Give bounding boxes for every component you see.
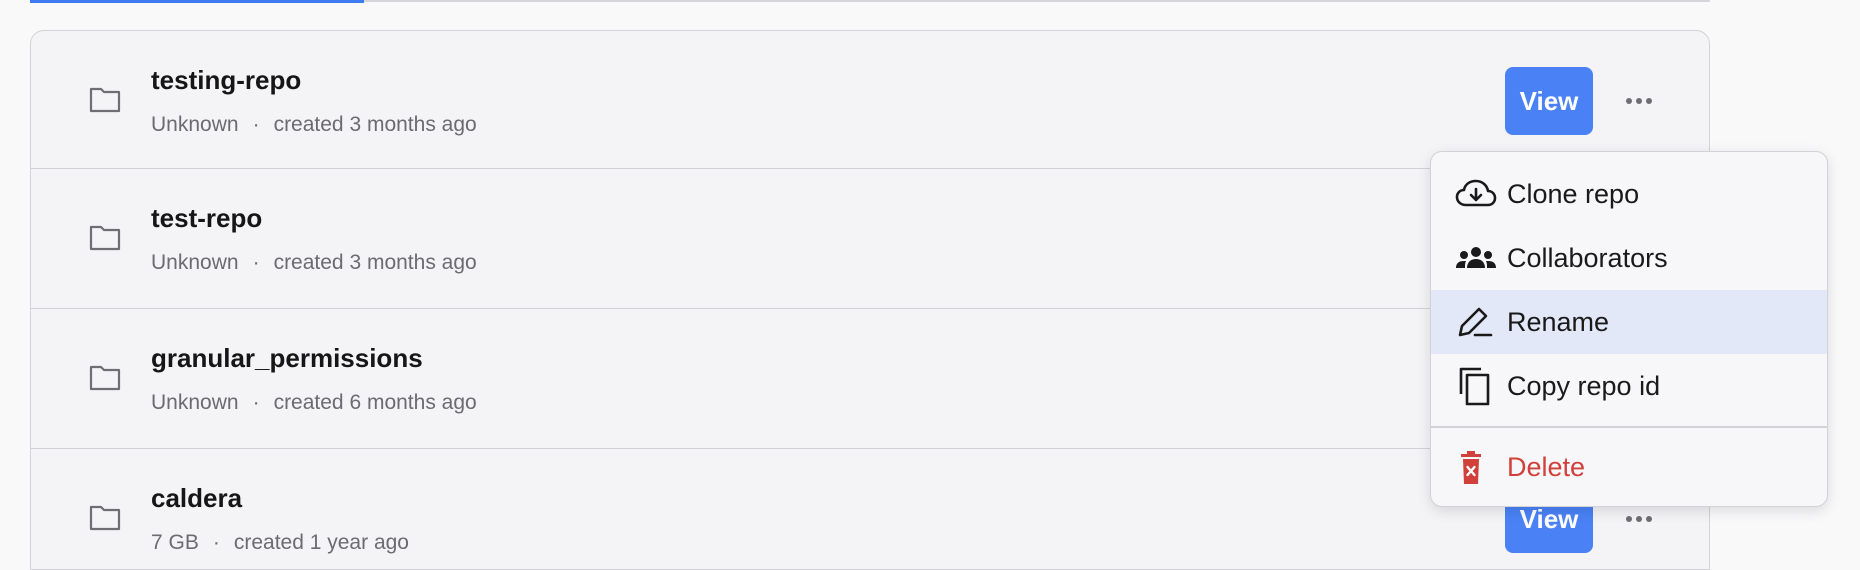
repo-name[interactable]: granular_permissions <box>151 343 423 374</box>
people-icon <box>1455 240 1497 276</box>
folder-icon <box>89 505 121 531</box>
folder-icon <box>89 225 121 251</box>
trash-icon <box>1455 450 1497 486</box>
menu-item-label: Delete <box>1507 452 1586 482</box>
cloud-download-icon <box>1455 176 1497 212</box>
meta-separator: · <box>252 391 260 414</box>
repo-row: testing-repo Unknown · created 3 months ag… <box>31 31 1709 169</box>
repo-name[interactable]: testing-repo <box>151 65 301 96</box>
meta-separator: · <box>212 531 220 554</box>
menu-item-copy-repo-id[interactable]: Copy repo id <box>1431 354 1827 418</box>
copy-icon <box>1455 367 1497 406</box>
menu-item-collaborators[interactable]: Collaborators <box>1431 226 1827 290</box>
repo-meta: 7 GB · created 1 year ago <box>151 531 409 555</box>
repo-name[interactable]: caldera <box>151 483 242 514</box>
tab-underline-active <box>30 0 364 3</box>
menu-item-delete[interactable]: Delete <box>1431 436 1827 500</box>
pencil-icon <box>1455 304 1497 340</box>
folder-icon <box>89 365 121 391</box>
repo-created: created 3 months ago <box>273 251 477 274</box>
menu-item-label: Rename <box>1507 306 1610 337</box>
ellipsis-icon <box>1626 516 1652 522</box>
menu-item-label: Collaborators <box>1507 242 1668 273</box>
menu-item-label: Copy repo id <box>1507 370 1661 401</box>
meta-separator: · <box>252 251 260 274</box>
repo-meta: Unknown · created 6 months ago <box>151 391 477 415</box>
menu-item-label: Clone repo <box>1507 178 1640 209</box>
folder-icon <box>89 87 121 113</box>
view-button[interactable]: View <box>1505 67 1593 135</box>
repo-actions-menu: Clone repo Collaborators Rename Copy rep… <box>1430 151 1828 507</box>
repo-size: 7 GB <box>151 531 199 554</box>
repo-created: created 6 months ago <box>273 391 477 414</box>
repo-size: Unknown <box>151 113 239 136</box>
repo-size: Unknown <box>151 251 239 274</box>
repo-name[interactable]: test-repo <box>151 203 262 234</box>
repo-size: Unknown <box>151 391 239 414</box>
menu-divider <box>1431 426 1827 428</box>
menu-item-clone-repo[interactable]: Clone repo <box>1431 162 1827 226</box>
repo-created: created 1 year ago <box>233 531 409 554</box>
menu-item-rename[interactable]: Rename <box>1431 290 1827 354</box>
repo-meta: Unknown · created 3 months ago <box>151 251 477 275</box>
meta-separator: · <box>252 113 260 136</box>
repo-created: created 3 months ago <box>273 113 477 136</box>
ellipsis-icon <box>1626 98 1652 104</box>
repo-meta: Unknown · created 3 months ago <box>151 113 477 137</box>
more-options-button[interactable] <box>1615 83 1663 119</box>
